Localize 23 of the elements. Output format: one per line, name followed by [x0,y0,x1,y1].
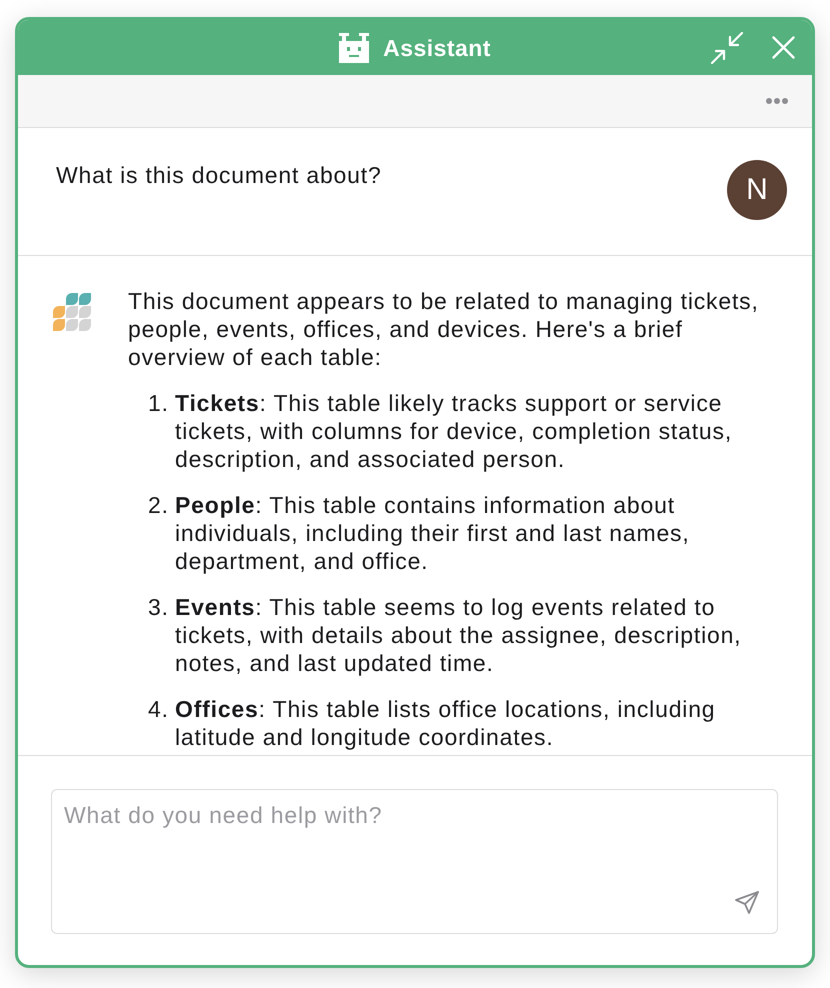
more-button[interactable] [765,96,789,106]
list-item-text: People: This table contains information about individuals, including their first and last names, department, and office. [175,491,691,575]
collapse-icon [711,32,743,64]
message-input[interactable]: What do you need help with? [51,789,778,934]
robot-icon [339,32,370,62]
send-icon [734,890,758,914]
close-button[interactable] [771,36,795,60]
list-number: 1. [148,389,170,418]
list-number: 2. [148,491,170,520]
user-avatar: N [727,160,787,220]
close-icon [772,36,794,59]
window-title: Assistant [383,34,491,62]
collapse-button[interactable] [711,32,743,64]
list-item-text: Events: This table seems to log events related to tickets, with details about the assignee, description, notes, and last updated time. [175,593,742,677]
list-number: 4. [148,695,170,724]
leaf-grid-icon [53,293,91,331]
list-item-text: Offices: This table lists office locations, including latitude and longitude coordinates. [175,695,716,751]
list-number: 3. [148,593,170,622]
assistant-message: This document appears to be related to managing tickets, people, events, offices, and devices. Here's a brief overview of each table: [128,287,760,371]
user-message: What is this document about? [56,161,382,189]
more-icon [766,98,788,104]
list-item-text: Tickets: This table likely tracks support or service tickets, with columns for device, completion status, description, and associated person. [175,389,734,473]
send-button[interactable] [734,890,759,914]
